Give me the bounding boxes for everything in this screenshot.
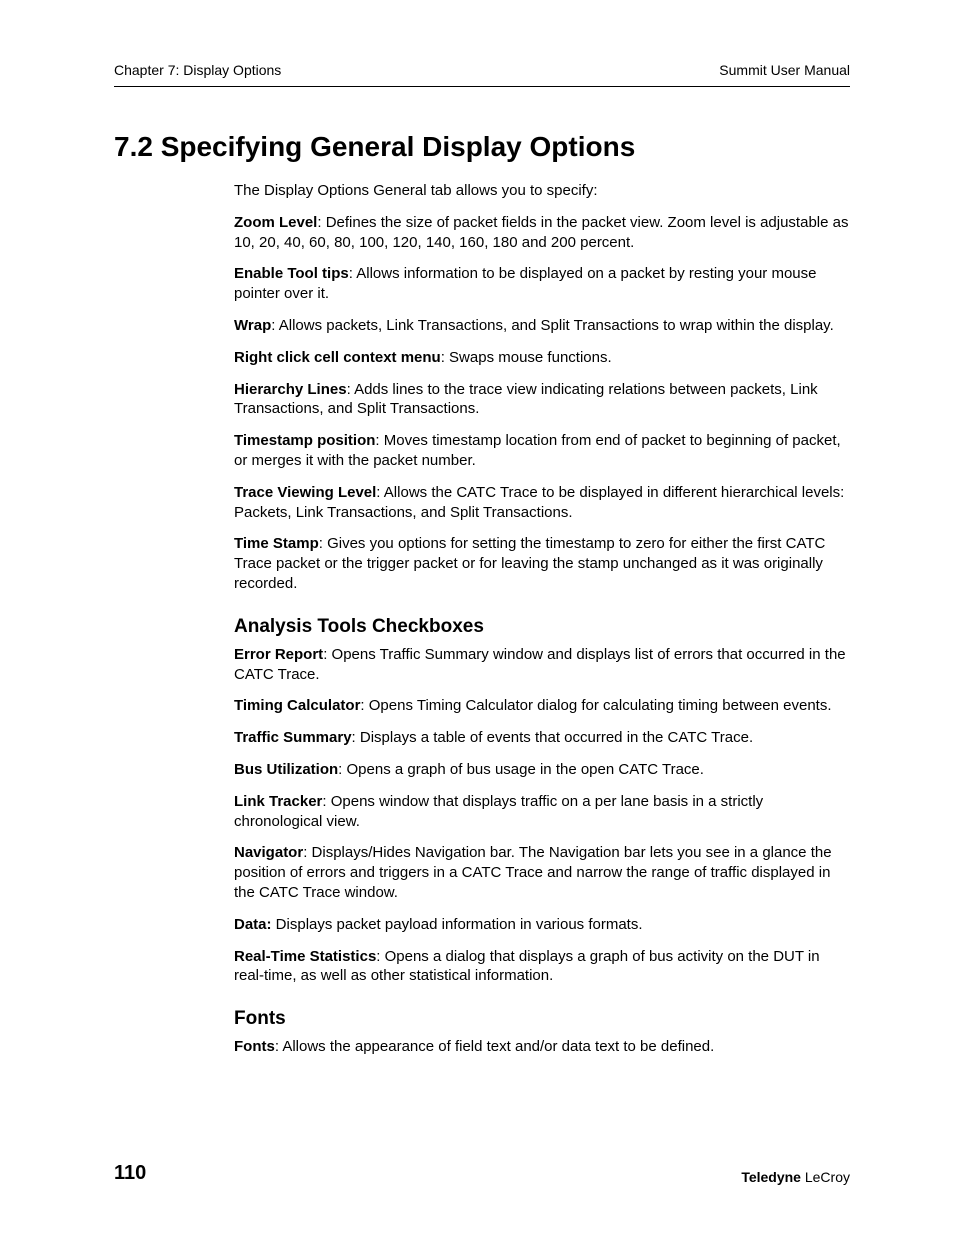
definition-term: Traffic Summary bbox=[234, 729, 352, 746]
analysis-heading: Analysis Tools Checkboxes bbox=[234, 614, 850, 639]
definition-desc: : Opens a graph of bus usage in the open… bbox=[338, 761, 704, 778]
running-header: Chapter 7: Display Options Summit User M… bbox=[114, 62, 850, 87]
definition-item: Wrap: Allows packets, Link Transactions,… bbox=[234, 316, 850, 336]
definition-item: Bus Utilization: Opens a graph of bus us… bbox=[234, 760, 850, 780]
definition-item: Right click cell context menu: Swaps mou… bbox=[234, 348, 850, 368]
definition-desc: : Opens Timing Calculator dialog for cal… bbox=[360, 697, 831, 714]
definition-term: Timing Calculator bbox=[234, 697, 360, 714]
definition-term: Right click cell context menu bbox=[234, 349, 441, 366]
definition-term: Error Report bbox=[234, 646, 323, 663]
definition-term: Link Tracker bbox=[234, 793, 322, 810]
definition-desc: : Allows packets, Link Transactions, and… bbox=[271, 317, 834, 334]
body-content: The Display Options General tab allows y… bbox=[234, 181, 850, 1057]
definition-term: Real-Time Statistics bbox=[234, 948, 376, 965]
definition-term: Fonts bbox=[234, 1038, 275, 1055]
definition-item: Timestamp position: Moves timestamp loca… bbox=[234, 431, 850, 471]
definition-item: Real-Time Statistics: Opens a dialog tha… bbox=[234, 947, 850, 987]
definition-term: Time Stamp bbox=[234, 535, 319, 552]
definition-item: Navigator: Displays/Hides Navigation bar… bbox=[234, 843, 850, 902]
definition-desc: : Allows the appearance of field text an… bbox=[275, 1038, 714, 1055]
definition-term: Navigator bbox=[234, 844, 303, 861]
definition-desc: : Defines the size of packet fields in t… bbox=[234, 214, 848, 251]
definition-item: Error Report: Opens Traffic Summary wind… bbox=[234, 645, 850, 685]
definition-term: Hierarchy Lines bbox=[234, 381, 347, 398]
definition-desc: : Opens Traffic Summary window and displ… bbox=[234, 646, 846, 683]
definition-term: Timestamp position bbox=[234, 432, 375, 449]
definition-term: Trace Viewing Level bbox=[234, 484, 376, 501]
definition-term: Zoom Level bbox=[234, 214, 317, 231]
definition-item: Data: Displays packet payload informatio… bbox=[234, 915, 850, 935]
page: Chapter 7: Display Options Summit User M… bbox=[0, 0, 954, 1235]
header-left: Chapter 7: Display Options bbox=[114, 62, 281, 78]
definition-term: Enable Tool tips bbox=[234, 265, 349, 282]
header-right: Summit User Manual bbox=[719, 62, 850, 78]
definition-desc: : Displays a table of events that occurr… bbox=[352, 729, 754, 746]
definition-desc: Displays packet payload information in v… bbox=[272, 916, 643, 933]
footer-brand-rest: LeCroy bbox=[801, 1169, 850, 1185]
definition-desc: : Displays/Hides Navigation bar. The Nav… bbox=[234, 844, 832, 901]
definition-desc: : Gives you options for setting the time… bbox=[234, 535, 825, 592]
definition-item: Timing Calculator: Opens Timing Calculat… bbox=[234, 696, 850, 716]
page-number: 110 bbox=[114, 1162, 146, 1185]
page-footer: 110 Teledyne LeCroy bbox=[114, 1162, 850, 1185]
section-title: 7.2 Specifying General Display Options bbox=[114, 131, 850, 163]
definition-term: Bus Utilization bbox=[234, 761, 338, 778]
definition-item: Traffic Summary: Displays a table of eve… bbox=[234, 728, 850, 748]
definition-term: Data: bbox=[234, 916, 272, 933]
definition-item: Time Stamp: Gives you options for settin… bbox=[234, 534, 850, 593]
fonts-heading: Fonts bbox=[234, 1006, 850, 1031]
definition-item: Enable Tool tips: Allows information to … bbox=[234, 264, 850, 304]
footer-brand-bold: Teledyne bbox=[741, 1169, 801, 1185]
definition-item: Hierarchy Lines: Adds lines to the trace… bbox=[234, 380, 850, 420]
definition-item: Trace Viewing Level: Allows the CATC Tra… bbox=[234, 483, 850, 523]
definition-item: Zoom Level: Defines the size of packet f… bbox=[234, 213, 850, 253]
footer-brand: Teledyne LeCroy bbox=[741, 1169, 850, 1185]
intro-paragraph: The Display Options General tab allows y… bbox=[234, 181, 850, 201]
definition-desc: : Swaps mouse functions. bbox=[441, 349, 612, 366]
definition-term: Wrap bbox=[234, 317, 271, 334]
definition-item: Fonts: Allows the appearance of field te… bbox=[234, 1037, 850, 1057]
definition-item: Link Tracker: Opens window that displays… bbox=[234, 792, 850, 832]
